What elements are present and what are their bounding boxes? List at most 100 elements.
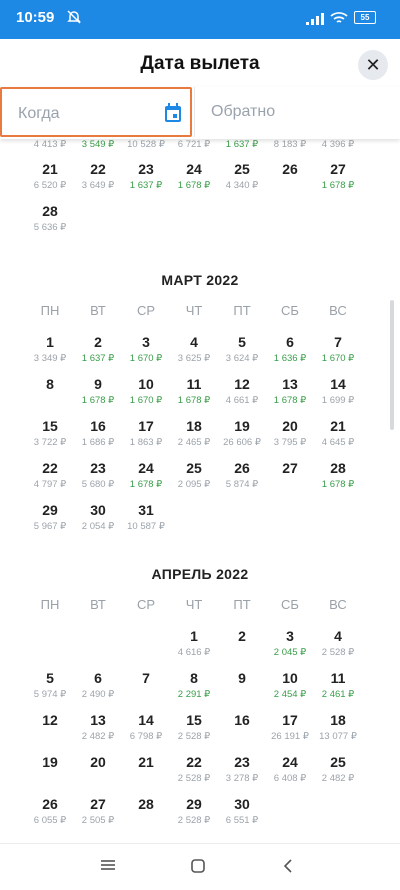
day-cell[interactable]: 28 5 636 ₽ <box>26 203 74 234</box>
day-cell[interactable]: 11 1 678 ₽ <box>170 376 218 407</box>
day-cell[interactable]: 27 2 505 ₽ <box>74 796 122 827</box>
day-cell[interactable]: 4 2 528 ₽ <box>314 628 362 659</box>
day-cell[interactable]: 8 2 291 ₽ <box>170 670 218 701</box>
day-cell[interactable]: 22 3 649 ₽ <box>74 161 122 192</box>
day-cell[interactable]: 20 <box>74 754 122 770</box>
day-cell[interactable]: 27 <box>266 460 314 476</box>
day-cell[interactable]: 28 <box>122 796 170 812</box>
day-cell[interactable]: 30 6 551 ₽ <box>218 796 266 827</box>
day-cell[interactable]: 5 5 974 ₽ <box>26 670 74 701</box>
day-cell[interactable]: 31 10 587 ₽ <box>122 502 170 533</box>
day-price: 2 528 ₽ <box>321 647 355 658</box>
day-cell[interactable]: 11 2 461 ₽ <box>314 670 362 701</box>
day-cell[interactable]: 16 1 686 ₽ <box>74 418 122 449</box>
day-price: 1 678 ₽ <box>273 395 307 406</box>
day-cell[interactable]: 26 5 874 ₽ <box>218 460 266 491</box>
day-number: 14 <box>138 712 154 728</box>
day-cell[interactable]: 26 <box>266 161 314 177</box>
calendar-scroll-area[interactable]: 4 413 ₽3 549 ₽10 528 ₽6 721 ₽1 637 ₽8 18… <box>0 139 400 843</box>
day-price: 1 678 ₽ <box>321 180 355 191</box>
day-cell[interactable]: 29 5 967 ₽ <box>26 502 74 533</box>
day-price: 6 798 ₽ <box>129 731 163 742</box>
day-cell[interactable]: 13 2 482 ₽ <box>74 712 122 743</box>
day-cell[interactable]: 17 26 191 ₽ <box>266 712 314 743</box>
home-icon[interactable] <box>190 858 206 879</box>
day-cell[interactable]: 25 2 482 ₽ <box>314 754 362 785</box>
day-cell[interactable]: 23 5 680 ₽ <box>74 460 122 491</box>
day-cell[interactable]: 27 1 678 ₽ <box>314 161 362 192</box>
day-number: 6 <box>94 670 102 686</box>
battery-icon: 55 <box>354 11 376 24</box>
day-cell[interactable]: 21 4 645 ₽ <box>314 418 362 449</box>
day-cell[interactable]: 13 1 678 ₽ <box>266 376 314 407</box>
day-cell[interactable]: 24 6 408 ₽ <box>266 754 314 785</box>
departure-date-field[interactable]: Когда <box>0 87 192 137</box>
day-cell[interactable]: 18 2 465 ₽ <box>170 418 218 449</box>
day-cell[interactable]: 10 2 454 ₽ <box>266 670 314 701</box>
menu-icon[interactable] <box>100 858 116 877</box>
day-cell[interactable]: 24 1 678 ₽ <box>170 161 218 192</box>
day-cell[interactable]: 2 <box>218 628 266 644</box>
day-cell[interactable]: 28 1 678 ₽ <box>314 460 362 491</box>
day-cell[interactable]: 15 2 528 ₽ <box>170 712 218 743</box>
return-date-field[interactable]: Обратно <box>194 87 400 137</box>
day-cell[interactable]: 9 1 678 ₽ <box>74 376 122 407</box>
day-cell[interactable]: 23 3 278 ₽ <box>218 754 266 785</box>
day-cell[interactable]: 21 <box>122 754 170 770</box>
day-number: 13 <box>282 376 298 392</box>
day-cell[interactable]: 6 1 636 ₽ <box>266 334 314 365</box>
day-cell[interactable]: 8 <box>26 376 74 392</box>
day-cell[interactable]: 3 2 045 ₽ <box>266 628 314 659</box>
day-price: 1 678 ₽ <box>177 180 211 191</box>
back-icon[interactable] <box>282 858 294 879</box>
day-cell[interactable]: 23 1 637 ₽ <box>122 161 170 192</box>
day-number: 25 <box>186 460 202 476</box>
day-number: 27 <box>90 796 106 812</box>
scrollbar[interactable] <box>390 300 394 430</box>
day-cell[interactable]: 21 6 520 ₽ <box>26 161 74 192</box>
day-cell[interactable]: 10 1 670 ₽ <box>122 376 170 407</box>
day-cell[interactable]: 26 6 055 ₽ <box>26 796 74 827</box>
day-cell[interactable]: 25 2 095 ₽ <box>170 460 218 491</box>
day-cell[interactable]: 18 13 077 ₽ <box>314 712 362 743</box>
day-cell[interactable]: 22 4 797 ₽ <box>26 460 74 491</box>
day-cell[interactable]: 1 3 349 ₽ <box>26 334 74 365</box>
day-cell[interactable]: 2 1 637 ₽ <box>74 334 122 365</box>
day-cell[interactable]: 24 1 678 ₽ <box>122 460 170 491</box>
day-price: 5 874 ₽ <box>225 479 259 490</box>
day-cell[interactable]: 5 3 624 ₽ <box>218 334 266 365</box>
day-cell[interactable]: 19 <box>26 754 74 770</box>
day-cell[interactable]: 3 1 670 ₽ <box>122 334 170 365</box>
day-cell[interactable]: 4 3 625 ₽ <box>170 334 218 365</box>
day-cell[interactable]: 22 2 528 ₽ <box>170 754 218 785</box>
day-cell[interactable]: 20 3 795 ₽ <box>266 418 314 449</box>
day-number: 4 <box>190 334 198 350</box>
day-number: 29 <box>186 796 202 812</box>
day-cell[interactable]: 9 <box>218 670 266 686</box>
status-time: 10:59 <box>16 9 55 26</box>
day-number: 22 <box>42 460 58 476</box>
day-cell[interactable]: 17 1 863 ₽ <box>122 418 170 449</box>
day-cell[interactable]: 25 4 340 ₽ <box>218 161 266 192</box>
day-cell[interactable]: 14 1 699 ₽ <box>314 376 362 407</box>
day-number: 3 <box>286 628 294 644</box>
day-cell[interactable]: 15 3 722 ₽ <box>26 418 74 449</box>
day-price: 3 722 ₽ <box>33 437 67 448</box>
day-cell[interactable]: 7 <box>122 670 170 686</box>
day-cell[interactable]: 12 <box>26 712 74 728</box>
day-price: 3 625 ₽ <box>177 353 211 364</box>
day-cell[interactable]: 16 <box>218 712 266 728</box>
weekday-label: ПН <box>40 597 60 612</box>
day-cell[interactable]: 14 6 798 ₽ <box>122 712 170 743</box>
day-number: 23 <box>90 460 106 476</box>
day-cell[interactable]: 1 4 616 ₽ <box>170 628 218 659</box>
day-cell[interactable]: 7 1 670 ₽ <box>314 334 362 365</box>
day-cell[interactable]: 19 26 606 ₽ <box>218 418 266 449</box>
close-button[interactable]: ✕ <box>358 50 388 80</box>
day-price: 5 680 ₽ <box>81 479 115 490</box>
day-cell[interactable]: 12 4 661 ₽ <box>218 376 266 407</box>
month-title: МАРТ 2022 <box>161 272 239 288</box>
day-cell[interactable]: 30 2 054 ₽ <box>74 502 122 533</box>
day-cell[interactable]: 6 2 490 ₽ <box>74 670 122 701</box>
day-cell[interactable]: 29 2 528 ₽ <box>170 796 218 827</box>
